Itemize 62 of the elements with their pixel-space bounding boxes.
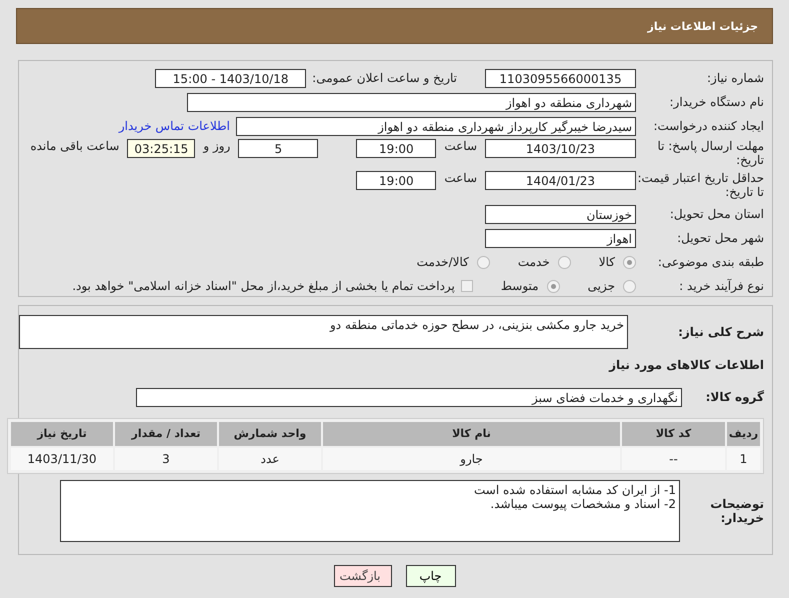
field-label: تاریخ و ساعت اعلان عمومی: bbox=[312, 71, 457, 85]
page-title: جزئیات اطلاعات نیاز bbox=[648, 20, 758, 32]
note-line: 2- اسناد و مشخصات پیوست میباشد. bbox=[489, 497, 676, 511]
table-cell: -- bbox=[622, 448, 725, 470]
action-button[interactable]: بازگشت bbox=[334, 565, 392, 587]
column-header: کد کالا bbox=[622, 422, 725, 446]
announce-date-field: 1403/10/18 - 15:00 bbox=[155, 68, 306, 88]
time-label: ساعت bbox=[444, 171, 477, 185]
buyer-contact-link[interactable]: اطلاعات تماس خریدار bbox=[118, 119, 230, 133]
column-header: تعداد / مقدار bbox=[115, 422, 217, 446]
table-cell: عدد bbox=[219, 448, 321, 470]
field-label: نام دستگاه خریدار: bbox=[668, 95, 765, 109]
radio-button[interactable] bbox=[623, 256, 636, 268]
radio-label: کالا/خدمت bbox=[416, 255, 469, 269]
time-field: 19:00 bbox=[356, 171, 436, 190]
radio-label: متوسط bbox=[500, 279, 539, 293]
field-label: توضیحات خریدار: bbox=[709, 497, 765, 525]
need-number-field: 1103095566000135 bbox=[485, 68, 636, 88]
time-label: ساعت bbox=[444, 139, 477, 153]
table-cell: 3 bbox=[115, 448, 217, 470]
table-cell: 1403/11/30 bbox=[11, 448, 113, 470]
column-header: ردیف bbox=[727, 422, 760, 446]
radio-button[interactable] bbox=[558, 256, 571, 268]
province-field: خوزستان bbox=[485, 204, 636, 224]
column-header: واحد شمارش bbox=[219, 422, 321, 446]
field-label: شماره نیاز: bbox=[706, 71, 765, 85]
requester-field: سیدرضا خیبرگیر کارپرداز شهرداری منطقه دو اهواز bbox=[236, 116, 636, 136]
action-button[interactable]: چاپ bbox=[406, 565, 456, 587]
description-field: خرید جارو مکشی بنزینی، در سطح حوزه خدماتی منطقه دو bbox=[19, 315, 628, 349]
field-label: نوع فرآیند خرید : bbox=[678, 279, 765, 293]
radio-button[interactable] bbox=[623, 280, 636, 292]
section-title: اطلاعات کالاهای مورد نیاز bbox=[609, 358, 765, 372]
remaining-time-field: 03:25:15 bbox=[127, 139, 196, 158]
radio-button[interactable] bbox=[476, 256, 490, 268]
note-line: 1- از ایران کد مشابه استفاده شده است bbox=[473, 483, 676, 497]
field-label: ایجاد کننده درخواست: bbox=[652, 119, 765, 133]
field-label: مهلت ارسال پاسخ: تا تاریخ: bbox=[656, 139, 765, 167]
field-label: استان محل تحویل: bbox=[668, 207, 765, 221]
field-label: گروه کالا: bbox=[704, 390, 765, 404]
days-field: 5 bbox=[238, 139, 318, 158]
radio-label: کالا bbox=[598, 255, 615, 269]
city-field: اهواز bbox=[485, 228, 636, 248]
date-field: 1404/01/23 bbox=[485, 171, 636, 190]
radio-label: جزیی bbox=[588, 279, 615, 293]
time-field: 19:00 bbox=[356, 139, 436, 158]
radio-label: خدمت bbox=[518, 255, 550, 269]
table-cell: جارو bbox=[323, 448, 620, 470]
radio-button[interactable] bbox=[546, 280, 560, 292]
table-cell: 1 bbox=[727, 448, 760, 470]
buyer-org-field: شهرداری منطقه دو اهواز bbox=[187, 92, 636, 112]
goods-group-field: نگهداری و خدمات فضای سبز bbox=[136, 388, 682, 406]
remaining-label: ساعت باقی مانده bbox=[30, 139, 120, 153]
date-field: 1403/10/23 bbox=[485, 139, 636, 158]
field-label: شهر محل تحویل: bbox=[676, 231, 765, 245]
checkbox-label: پرداخت تمام یا بخشی از مبلغ خرید،از محل "اسناد خزانه اسلامی" خواهد بود. bbox=[72, 279, 455, 293]
days-label: روز و bbox=[203, 139, 230, 153]
column-header: نام کالا bbox=[323, 422, 620, 446]
field-label: طبقه بندی موضوعی: bbox=[656, 255, 765, 269]
field-label: شرح کلی نیاز: bbox=[677, 325, 765, 339]
field-label: حداقل تاریخ اعتبار قیمت: تا تاریخ: bbox=[636, 171, 765, 199]
column-header: تاریخ نیاز bbox=[11, 422, 113, 446]
checkbox[interactable] bbox=[460, 280, 473, 292]
